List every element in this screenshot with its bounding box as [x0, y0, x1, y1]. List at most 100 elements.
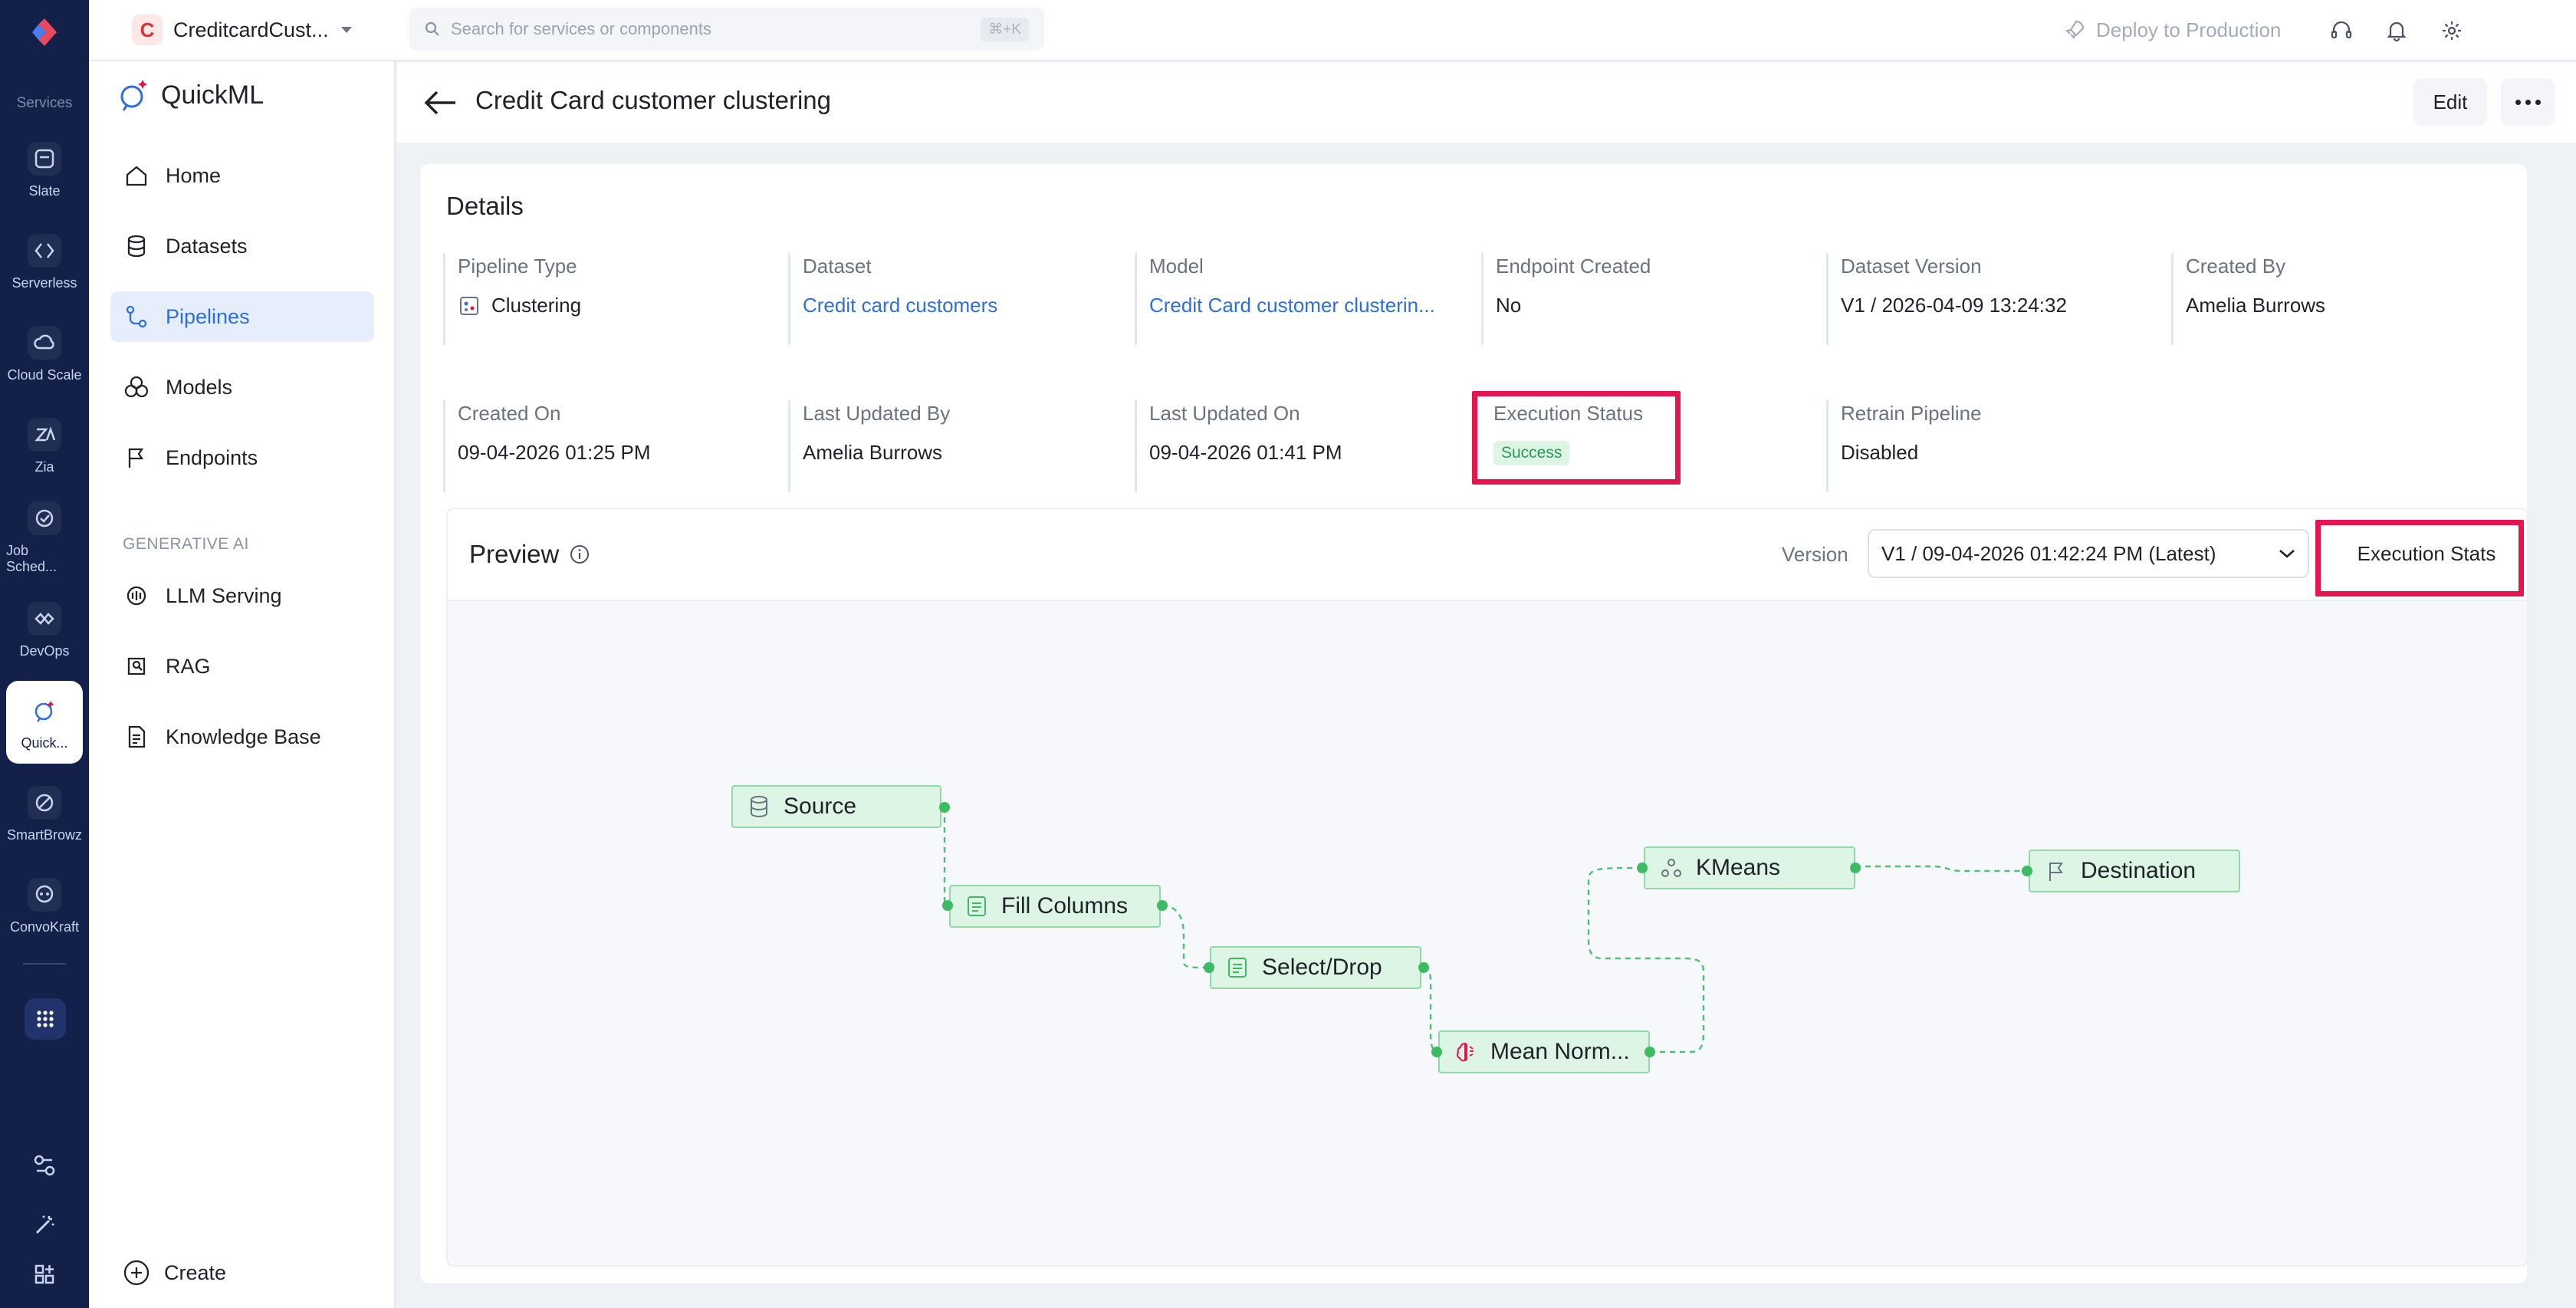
- field-label: Dataset Version: [1841, 255, 1982, 278]
- rail-item-zia[interactable]: Zia: [6, 405, 83, 488]
- caret-down-icon: [340, 25, 353, 35]
- sidebar-item-datasets[interactable]: Datasets: [110, 221, 374, 271]
- version-select[interactable]: V1 / 09-04-2026 01:42:24 PM (Latest): [1868, 529, 2309, 578]
- field-value: 09-04-2026 01:25 PM: [458, 441, 651, 464]
- field-value: Disabled: [1841, 441, 1919, 464]
- node-kmeans[interactable]: KMeans: [1644, 846, 1855, 889]
- brain-icon: [1454, 1040, 1478, 1064]
- field-endpoint-created: Endpoint Created No: [1481, 253, 1803, 345]
- field-created-on: Created On 09-04-2026 01:25 PM: [443, 400, 765, 492]
- more-options-icon[interactable]: [2501, 78, 2555, 126]
- back-arrow-icon[interactable]: [420, 86, 460, 120]
- dataset-link[interactable]: Credit card customers: [803, 294, 1110, 317]
- rail-item-smartbrowz[interactable]: SmartBrowz: [6, 773, 83, 856]
- sidebar-item-label: Endpoints: [166, 445, 258, 469]
- info-icon[interactable]: [570, 544, 590, 564]
- sidebar-item-label: LLM Serving: [166, 583, 282, 607]
- search-icon: [425, 21, 440, 37]
- model-link[interactable]: Credit Card customer clusterin...: [1149, 294, 1457, 317]
- zia-icon: [28, 417, 61, 452]
- search-input[interactable]: Search for services or components ⌘+K: [409, 8, 1044, 51]
- rail-item-cloud-scale[interactable]: Cloud Scale: [6, 313, 83, 396]
- sidebar-item-endpoints[interactable]: Endpoints: [110, 432, 374, 483]
- project-switcher[interactable]: C CreditcardCust...: [132, 14, 353, 46]
- port-dot: [1418, 962, 1429, 973]
- field-value: Clustering: [458, 294, 765, 317]
- notification-bell-icon[interactable]: [2381, 15, 2412, 46]
- cloud-scale-icon: [28, 325, 61, 360]
- brand-name: QuickML: [161, 80, 264, 110]
- pipeline-icon: [124, 304, 149, 329]
- rail-item-label: SmartBrowz: [6, 827, 82, 843]
- port-dot: [1157, 900, 1168, 911]
- edit-button[interactable]: Edit: [2413, 78, 2487, 126]
- sidebar-item-label: Datasets: [166, 234, 248, 258]
- rail-item-job-scheduling[interactable]: Job Sched...: [6, 497, 83, 580]
- top-bar: C CreditcardCust... Search for services …: [89, 0, 2576, 61]
- rail-item-quickml[interactable]: Quick...: [6, 681, 83, 764]
- sidebar-item-rag[interactable]: RAG: [110, 641, 374, 692]
- sidebar-item-label: Pipelines: [166, 304, 250, 328]
- chevron-down-icon: [2279, 548, 2295, 559]
- field-created-by: Created By Amelia Burrows: [2171, 253, 2493, 345]
- field-last-updated-by: Last Updated By Amelia Burrows: [788, 400, 1110, 492]
- services-rail: Services Slate Serverless Cloud Scale Zi…: [0, 0, 89, 1308]
- node-fill-columns[interactable]: Fill Columns: [949, 885, 1161, 928]
- field-last-updated-on: Last Updated On 09-04-2026 01:41 PM: [1135, 400, 1457, 492]
- field-value: No: [1496, 294, 1522, 317]
- details-card: Details Pipeline Type Clustering Dataset…: [420, 164, 2528, 1283]
- field-value: 09-04-2026 01:41 PM: [1149, 441, 1342, 464]
- deploy-to-production-button[interactable]: Deploy to Production: [2064, 11, 2281, 49]
- create-button[interactable]: Create: [123, 1259, 226, 1287]
- rail-item-label: Slate: [28, 182, 61, 199]
- field-value: V1 / 2026-04-09 13:24:32: [1841, 294, 2067, 317]
- rocket-icon: [2064, 19, 2085, 41]
- catalyst-logo-icon[interactable]: [28, 15, 61, 49]
- rail-item-label: Cloud Scale: [7, 366, 82, 383]
- rail-item-label: Serverless: [12, 274, 77, 291]
- sidebar-item-llm-serving[interactable]: LLM Serving: [110, 570, 374, 621]
- port-dot: [1204, 962, 1214, 973]
- settings-gear-icon[interactable]: [2436, 15, 2467, 46]
- project-name: CreditcardCust...: [173, 18, 329, 41]
- flag-icon: [124, 445, 149, 470]
- pipeline-type-value: Clustering: [491, 294, 582, 317]
- field-retrain-pipeline: Retrain Pipeline Disabled: [1826, 400, 2148, 492]
- port-dot: [942, 900, 953, 911]
- job-scheduling-icon: [28, 501, 61, 535]
- execution-stats-highlight: [2315, 520, 2524, 596]
- rail-item-slate[interactable]: Slate: [6, 129, 83, 212]
- node-source[interactable]: Source: [731, 785, 941, 828]
- execution-status-highlight: [1472, 391, 1681, 485]
- support-headset-icon[interactable]: [2326, 15, 2357, 46]
- field-label: Dataset: [803, 255, 872, 278]
- search-placeholder: Search for services or components: [451, 19, 711, 38]
- node-destination[interactable]: Destination: [2029, 850, 2240, 892]
- rail-item-convokraft[interactable]: ConvoKraft: [6, 865, 83, 948]
- rail-item-label: Job Sched...: [6, 543, 58, 574]
- field-label: Last Updated By: [803, 402, 951, 425]
- sidebar-item-label: Home: [166, 163, 222, 187]
- serverless-icon: [28, 233, 61, 268]
- integrations-icon[interactable]: [29, 1150, 60, 1181]
- field-label: Last Updated On: [1149, 402, 1300, 425]
- database-icon: [747, 794, 771, 819]
- sidebar-item-knowledge-base[interactable]: Knowledge Base: [110, 712, 374, 762]
- quickml-sidebar: QuickML Home Datasets Pipelines Models E…: [89, 61, 396, 1308]
- rail-item-devops[interactable]: DevOps: [6, 589, 83, 672]
- preview-header: Preview Version V1 / 09-04-2026 01:42:24…: [448, 509, 2527, 601]
- sidebar-item-label: Models: [166, 375, 233, 399]
- add-widget-icon[interactable]: [29, 1259, 60, 1290]
- sidebar-item-home[interactable]: Home: [110, 150, 374, 201]
- field-label: Created On: [458, 402, 561, 425]
- node-select-drop[interactable]: Select/Drop: [1210, 946, 1421, 989]
- rail-item-serverless[interactable]: Serverless: [6, 221, 83, 304]
- smartbrowz-icon: [28, 785, 61, 820]
- field-label: Retrain Pipeline: [1841, 402, 1982, 425]
- quickml-icon: [28, 694, 61, 728]
- magic-wand-icon[interactable]: [29, 1210, 60, 1241]
- all-services-grid-icon[interactable]: [25, 998, 66, 1040]
- node-mean-normalization[interactable]: Mean Norm...: [1438, 1030, 1650, 1073]
- sidebar-item-pipelines[interactable]: Pipelines: [110, 291, 374, 342]
- sidebar-item-models[interactable]: Models: [110, 362, 374, 412]
